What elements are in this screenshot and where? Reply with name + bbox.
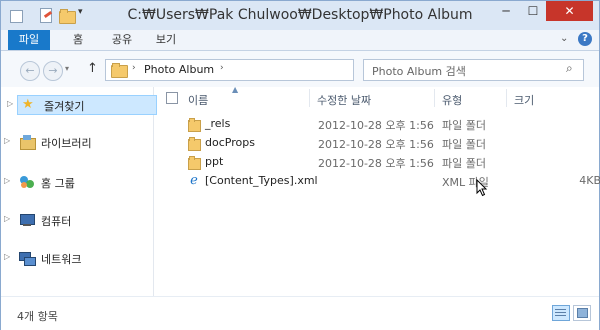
column-header-size[interactable]: 크기: [514, 92, 534, 108]
ribbon-tabs: 파일 홈 공유 보기 ⌄ ?: [1, 30, 599, 51]
nav-label: 홈 그룹: [41, 177, 75, 190]
column-header-type[interactable]: 유형: [442, 92, 462, 108]
status-bar: 4개 항목: [1, 296, 599, 330]
file-name: _rels: [205, 117, 231, 130]
ribbon-expand-icon[interactable]: ⌄: [560, 33, 568, 44]
file-name: docProps: [205, 136, 255, 149]
recent-locations-dropdown-icon[interactable]: ▾: [65, 64, 69, 73]
file-type: 파일 폴더: [442, 157, 486, 170]
computer-icon: [19, 212, 35, 228]
folder-icon: [188, 156, 201, 170]
breadcrumb-separator-icon[interactable]: ›: [220, 63, 224, 73]
nav-label: 네트워크: [41, 253, 82, 266]
nav-label: 즐겨찾기: [44, 100, 85, 113]
tab-view[interactable]: 보기: [151, 30, 181, 50]
nav-label: 컴퓨터: [41, 215, 72, 228]
expand-arrow-icon[interactable]: ▷: [4, 136, 10, 145]
column-header-name[interactable]: 이름: [188, 92, 208, 108]
file-row[interactable]: ℯ [Content_Types].xml XML 파일 4KB: [179, 173, 600, 190]
details-view-button[interactable]: [552, 305, 570, 321]
star-icon: ★: [22, 97, 34, 112]
file-name: [Content_Types].xml: [205, 174, 318, 187]
column-header-date[interactable]: 수정한 날짜: [317, 92, 371, 108]
column-divider[interactable]: [506, 89, 507, 107]
homegroup-icon: [19, 174, 35, 190]
forward-button[interactable]: →: [43, 61, 63, 81]
file-type: 파일 폴더: [442, 119, 486, 132]
search-icon[interactable]: ⌕: [566, 61, 573, 76]
navigation-pane: ▷ ★ 즐겨찾기 ▷ 라이브러리 ▷ 홈 그룹 ▷ 컴퓨터 ▷ 네트워크: [1, 87, 157, 296]
body-area: ▷ ★ 즐겨찾기 ▷ 라이브러리 ▷ 홈 그룹 ▷ 컴퓨터 ▷ 네트워크 ▲ 이…: [1, 85, 600, 296]
file-date: 2012-10-28 오후 1:56: [318, 138, 434, 151]
help-icon[interactable]: ?: [578, 32, 592, 46]
expand-arrow-icon[interactable]: ▷: [4, 176, 10, 185]
folder-icon: [111, 63, 128, 78]
nav-item-favorites[interactable]: ▷ ★ 즐겨찾기: [7, 95, 157, 115]
select-all-checkbox[interactable]: [166, 92, 178, 104]
nav-item-libraries[interactable]: ▷ 라이브러리: [4, 133, 151, 151]
tab-share[interactable]: 공유: [107, 30, 137, 50]
explorer-window: ▾ C:₩Users₩Pak Chulwoo₩Desktop₩Photo Alb…: [0, 0, 600, 330]
mouse-cursor-icon: [476, 179, 488, 197]
address-row: ← → ▾ ↑ › Photo Album › ▾ ↻ Photo Album …: [1, 51, 599, 87]
file-size: 4KB: [579, 174, 600, 187]
expand-arrow-icon[interactable]: ▷: [4, 252, 10, 261]
search-placeholder: Photo Album 검색: [372, 65, 466, 78]
nav-label: 라이브러리: [41, 137, 92, 150]
title-bar: ▾ C:₩Users₩Pak Chulwoo₩Desktop₩Photo Alb…: [1, 1, 599, 30]
tab-home[interactable]: 홈: [63, 30, 93, 50]
library-icon: [19, 134, 36, 150]
large-icons-view-button[interactable]: [573, 305, 591, 321]
file-row[interactable]: _rels 2012-10-28 오후 1:56 파일 폴더: [179, 116, 599, 133]
item-count: 4개 항목: [17, 310, 58, 323]
minimize-button[interactable]: ─: [492, 1, 520, 21]
search-input[interactable]: Photo Album 검색 ⌕: [363, 59, 584, 81]
back-button[interactable]: ←: [20, 61, 40, 81]
column-divider[interactable]: [434, 89, 435, 107]
file-list: ▲ 이름 수정한 날짜 유형 크기 _rels 2012-10-28 오후 1:…: [154, 85, 600, 296]
file-row[interactable]: ppt 2012-10-28 오후 1:56 파일 폴더: [179, 154, 599, 171]
sort-ascending-icon: ▲: [232, 85, 239, 94]
up-button[interactable]: ↑: [87, 61, 98, 76]
file-type: 파일 폴더: [442, 138, 486, 151]
breadcrumb-separator-icon[interactable]: ›: [132, 63, 136, 73]
tab-file[interactable]: 파일: [8, 30, 50, 50]
file-date: 2012-10-28 오후 1:56: [318, 157, 434, 170]
file-date: 2012-10-28 오후 1:56: [318, 119, 434, 132]
nav-item-network[interactable]: ▷ 네트워크: [4, 249, 151, 267]
address-bar[interactable]: › Photo Album › ▾ ↻: [105, 59, 447, 81]
breadcrumb-photo-album[interactable]: Photo Album: [144, 63, 214, 76]
maximize-button[interactable]: ☐: [520, 1, 546, 21]
folder-icon: [188, 118, 201, 132]
xml-file-icon: ℯ: [190, 173, 198, 188]
network-icon: [19, 250, 36, 266]
expand-arrow-icon[interactable]: ▷: [7, 99, 13, 108]
file-name: ppt: [205, 155, 224, 168]
file-row[interactable]: docProps 2012-10-28 오후 1:56 파일 폴더: [179, 135, 599, 152]
column-divider[interactable]: [309, 89, 310, 107]
folder-icon: [188, 137, 201, 151]
nav-item-homegroup[interactable]: ▷ 홈 그룹: [4, 173, 151, 191]
column-header-row: ▲ 이름 수정한 날짜 유형 크기: [154, 85, 599, 109]
nav-item-computer[interactable]: ▷ 컴퓨터: [4, 211, 151, 229]
expand-arrow-icon[interactable]: ▷: [4, 214, 10, 223]
close-button[interactable]: ✕: [546, 1, 593, 21]
